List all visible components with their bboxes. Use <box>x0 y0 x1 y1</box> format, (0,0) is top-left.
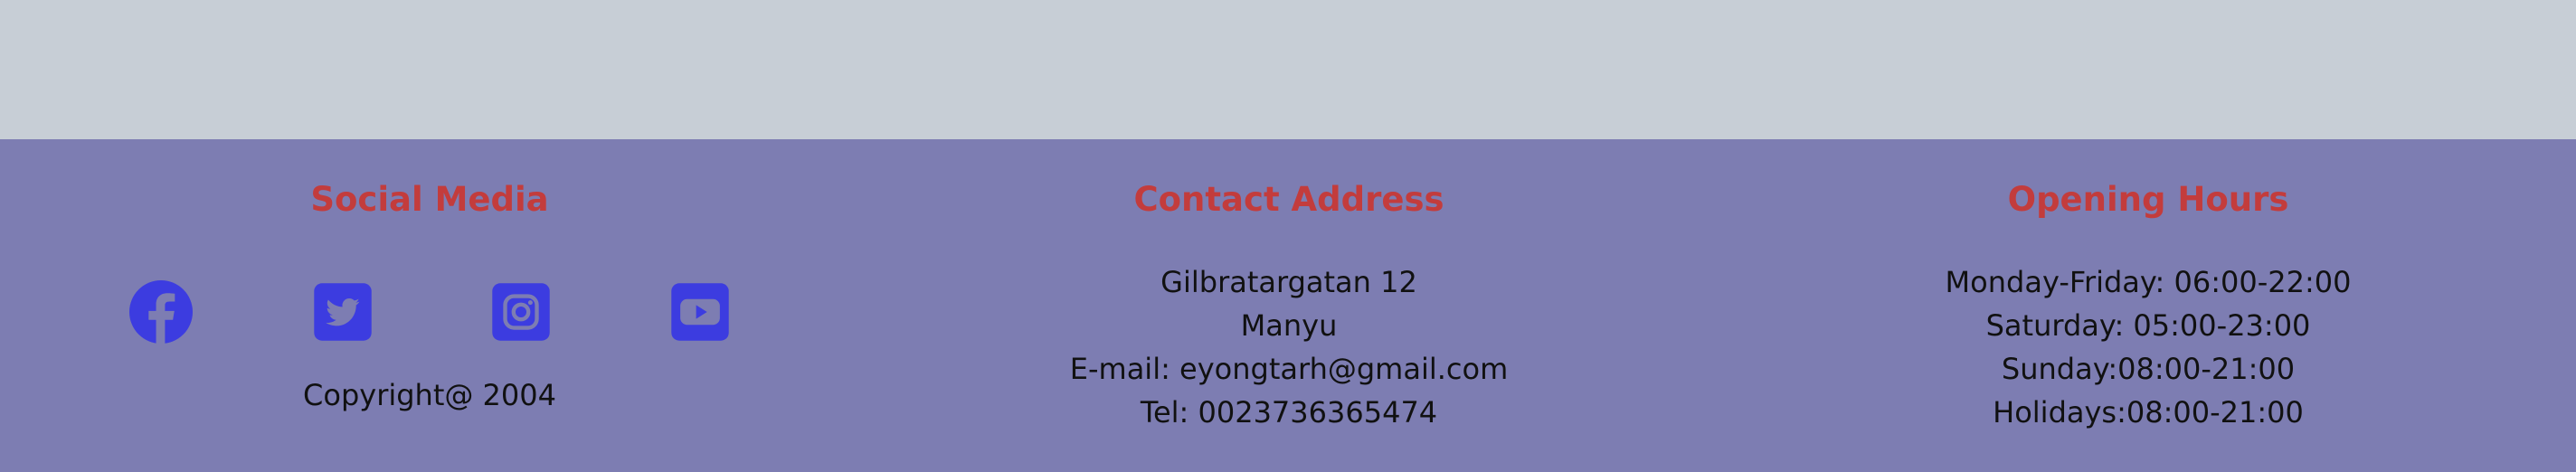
hours-saturday: Saturday: 05:00-23:00 <box>1985 308 2311 343</box>
opening-hours-heading: Opening Hours <box>2007 180 2289 219</box>
email-address: E-mail: eyongtarh@gmail.com <box>1069 352 1509 386</box>
contact-address-heading: Contact Address <box>1133 180 1444 219</box>
twitter-icon[interactable] <box>311 280 374 344</box>
page-content-area <box>0 0 2576 139</box>
instagram-icon[interactable] <box>489 280 553 344</box>
youtube-icon[interactable] <box>668 280 732 344</box>
page: Social Media Copyright@ 2004 Contact Add… <box>0 0 2576 472</box>
phone-number: Tel: 0023736365474 <box>1140 395 1438 430</box>
hours-holidays: Holidays:08:00-21:00 <box>1993 395 2304 430</box>
opening-hours-list: Monday-Friday: 06:00-22:00 Saturday: 05:… <box>1719 260 2576 434</box>
social-icons <box>0 280 859 353</box>
site-footer: Social Media Copyright@ 2004 Contact Add… <box>0 139 2576 472</box>
social-media-heading: Social Media <box>310 180 549 219</box>
hours-sunday: Sunday:08:00-21:00 <box>2001 352 2296 386</box>
hours-weekdays: Monday-Friday: 06:00-22:00 <box>1945 265 2352 299</box>
facebook-icon[interactable] <box>129 280 193 344</box>
street-address: Gilbratargatan 12 <box>1160 265 1417 299</box>
copyright-text: Copyright@ 2004 <box>303 378 556 412</box>
contact-details: Gilbratargatan 12 Manyu E-mail: eyongtar… <box>859 260 1719 434</box>
city: Manyu <box>1240 308 1338 343</box>
